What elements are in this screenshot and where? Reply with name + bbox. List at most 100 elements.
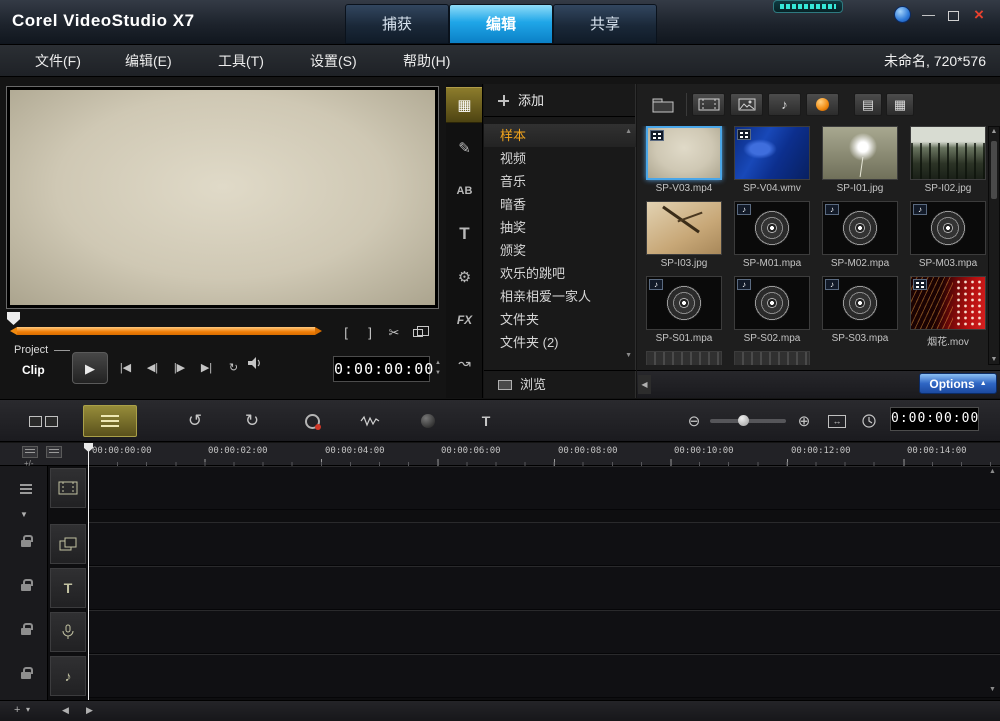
timeline-view-button[interactable] (83, 405, 137, 437)
video-track-lane[interactable] (88, 466, 1000, 510)
menu-settings[interactable]: 设置(S) (310, 45, 357, 77)
media-item-partial[interactable] (640, 351, 728, 365)
zoom-slider-knob[interactable] (738, 415, 749, 426)
overlay-track-lane[interactable] (88, 522, 1000, 566)
media-thumbnail[interactable]: ♪ (910, 201, 986, 255)
scrubber-bar[interactable] (17, 327, 315, 335)
voice-track-lane[interactable] (88, 610, 1000, 654)
add-track-caret-icon[interactable]: ▾ (26, 703, 30, 717)
media-thumbnail[interactable] (822, 126, 898, 180)
filter-audio-icon[interactable]: ♪ (768, 93, 801, 116)
media-item[interactable]: SP-V04.wmv (728, 126, 816, 201)
media-item[interactable]: SP-I01.jpg (816, 126, 904, 201)
play-button[interactable]: ▶ (72, 352, 108, 384)
timeline-scroll-left-icon[interactable]: ◀ (62, 703, 69, 717)
trim-handle[interactable] (7, 312, 20, 325)
media-thumbnail[interactable]: ♪ (822, 201, 898, 255)
close-button[interactable]: × (974, 5, 984, 25)
media-item[interactable]: ♪ SP-M02.mpa (816, 201, 904, 276)
next-frame-button[interactable]: |▶ (166, 356, 193, 380)
grid-view-icon[interactable]: ▦ (886, 93, 914, 116)
help-globe-icon[interactable] (894, 6, 911, 23)
media-scroll-up-icon[interactable]: ▲ (989, 128, 999, 135)
tab-share[interactable]: 共享 (553, 4, 657, 44)
nav-transition-icon[interactable]: AB (446, 173, 483, 209)
add-track-icon[interactable]: + (14, 703, 20, 717)
library-scroll-down-icon[interactable]: ▼ (625, 352, 632, 359)
media-item[interactable]: ♪ SP-S02.mpa (728, 276, 816, 351)
playhead-line[interactable] (88, 443, 89, 700)
media-thumbnail[interactable] (646, 351, 722, 365)
menu-edit[interactable]: 编辑(E) (125, 45, 172, 77)
media-item[interactable]: ♪ SP-M03.mpa (904, 201, 992, 276)
overlay-track-lock-icon[interactable] (21, 540, 31, 547)
media-scroll-down-icon[interactable]: ▼ (989, 356, 999, 363)
library-item[interactable]: 文件夹 (484, 308, 636, 331)
preview-timecode[interactable]: 0:00:00:00 (333, 356, 430, 382)
nav-instant-project-icon[interactable]: ✎ (446, 130, 483, 166)
sound-mixer-icon[interactable] (348, 405, 392, 437)
filter-photo-icon[interactable] (730, 93, 763, 116)
media-thumbnail[interactable] (734, 351, 810, 365)
media-thumbnail[interactable]: ♪ (646, 276, 722, 330)
mark-in-button[interactable]: [ (334, 324, 358, 342)
split-clip-icon[interactable]: ✂ (382, 324, 406, 342)
library-item-video[interactable]: 视频 (484, 147, 636, 170)
video-track-toggle-icon[interactable] (20, 484, 32, 494)
title-track-icon[interactable]: T (50, 568, 86, 608)
media-item[interactable]: ♪ SP-S03.mpa (816, 276, 904, 351)
media-scrollbar[interactable]: ▲ ▼ (988, 126, 1000, 365)
video-track-icon[interactable] (50, 468, 86, 508)
library-item[interactable]: 相亲相爱一家人 (484, 285, 636, 308)
record-capture-icon[interactable] (290, 405, 334, 437)
zoom-in-icon[interactable]: ⊕ (792, 405, 816, 437)
options-button[interactable]: Options ▲ (919, 373, 997, 394)
nav-media-icon[interactable]: ▦ (446, 87, 483, 123)
music-track-lane[interactable] (88, 654, 1000, 698)
track-manager-icon[interactable] (22, 446, 38, 458)
filter-motion-icon[interactable] (806, 93, 839, 116)
track-expand-icon[interactable]: ▼ (20, 510, 28, 519)
voice-track-icon[interactable] (50, 612, 86, 652)
media-thumbnail[interactable]: ♪ (822, 276, 898, 330)
mark-out-button[interactable]: ] (358, 324, 382, 342)
subtitle-editor-icon[interactable]: T (464, 405, 508, 437)
library-item-music[interactable]: 音乐 (484, 170, 636, 193)
media-item-partial[interactable] (728, 351, 816, 365)
nav-motion-icon[interactable]: ↝ (446, 345, 483, 381)
enlarge-preview-icon[interactable] (413, 329, 423, 337)
media-scrollbar-thumb[interactable] (991, 141, 997, 199)
timeline-timecode[interactable]: 0:00:00:00 (890, 407, 979, 431)
redo-button[interactable]: ↻ (230, 405, 274, 437)
nav-graphic-icon[interactable]: ⚙ (446, 259, 483, 295)
title-track-lane[interactable] (88, 566, 1000, 610)
library-item[interactable]: 抽奖 (484, 216, 636, 239)
tab-edit[interactable]: 编辑 (449, 4, 553, 44)
media-item[interactable]: ♪ SP-M01.mpa (728, 201, 816, 276)
collapse-library-icon[interactable]: ◀ (638, 375, 651, 394)
folder-icon[interactable] (648, 93, 678, 116)
end-button[interactable]: ▶| (193, 356, 220, 380)
duration-clock-icon[interactable] (856, 405, 882, 437)
library-item[interactable]: 欢乐的跳吧 (484, 262, 636, 285)
storyboard-view-button[interactable] (16, 405, 70, 437)
music-track-icon[interactable]: ♪ (50, 656, 86, 696)
library-item[interactable]: 暗香 (484, 193, 636, 216)
auto-music-icon[interactable] (406, 405, 450, 437)
repeat-button[interactable]: ↻ (220, 356, 247, 380)
ripple-editing-icon[interactable] (46, 446, 62, 458)
library-item[interactable]: 颁奖 (484, 239, 636, 262)
media-thumbnail[interactable] (734, 126, 810, 180)
fit-project-icon[interactable]: ↔ (824, 405, 850, 437)
media-item[interactable]: SP-I02.jpg (904, 126, 992, 201)
browse-button[interactable]: 浏览 (484, 370, 636, 398)
tracks-scroll-down-icon[interactable]: ▼ (989, 686, 996, 693)
undo-button[interactable]: ↺ (173, 405, 217, 437)
media-item[interactable]: 烟花.mov (904, 276, 992, 351)
nav-title-icon[interactable]: T (446, 216, 483, 252)
project-mode-label[interactable]: Project (14, 344, 70, 356)
zoom-slider[interactable] (710, 419, 786, 423)
zoom-out-icon[interactable]: ⊖ (682, 405, 706, 437)
maximize-button[interactable] (948, 11, 959, 21)
menu-help[interactable]: 帮助(H) (403, 45, 450, 77)
